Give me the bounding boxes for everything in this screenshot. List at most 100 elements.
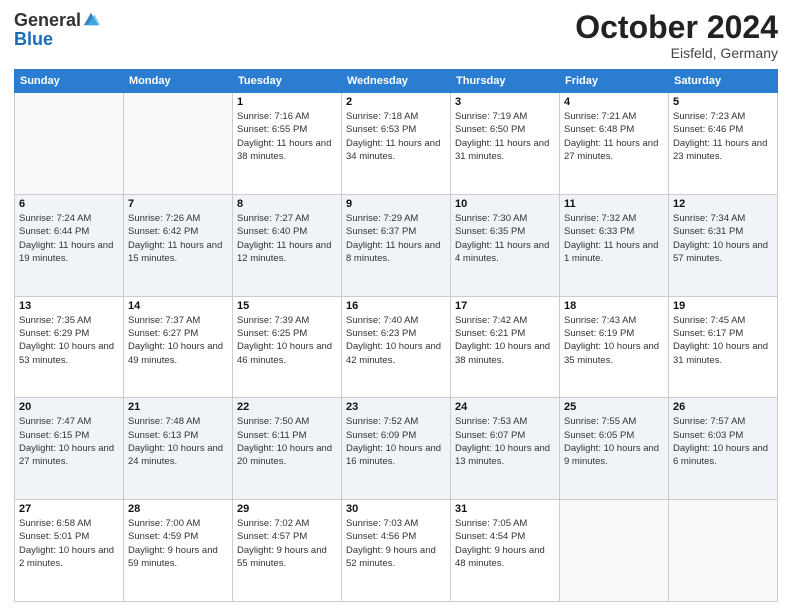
logo: General Blue: [14, 10, 100, 48]
day-info: Sunrise: 7:26 AM Sunset: 6:42 PM Dayligh…: [128, 212, 228, 265]
table-row: 21 Sunrise: 7:48 AM Sunset: 6:13 PM Dayli…: [124, 398, 233, 500]
day-info: Sunrise: 7:52 AM Sunset: 6:09 PM Dayligh…: [346, 415, 446, 468]
col-monday: Monday: [124, 70, 233, 93]
day-number: 5: [673, 96, 773, 108]
day-info: Sunrise: 7:40 AM Sunset: 6:23 PM Dayligh…: [346, 314, 446, 367]
day-info: Sunrise: 7:05 AM Sunset: 4:54 PM Dayligh…: [455, 517, 555, 570]
table-row: 7 Sunrise: 7:26 AM Sunset: 6:42 PM Daylig…: [124, 194, 233, 296]
calendar-week-row: 6 Sunrise: 7:24 AM Sunset: 6:44 PM Daylig…: [15, 194, 778, 296]
day-number: 19: [673, 300, 773, 312]
table-row: 25Sunrise: 7:55 AM Sunset: 6:05 PM Dayli…: [560, 398, 669, 500]
day-number: 3: [455, 96, 555, 108]
day-number: 29: [237, 503, 337, 515]
table-row: 6 Sunrise: 7:24 AM Sunset: 6:44 PM Daylig…: [15, 194, 124, 296]
day-number: 26: [673, 401, 773, 413]
day-number: 18: [564, 300, 664, 312]
day-info: Sunrise: 7:32 AM Sunset: 6:33 PM Dayligh…: [564, 212, 664, 265]
col-saturday: Saturday: [669, 70, 778, 93]
day-number: 14: [128, 300, 228, 312]
table-row: 2 Sunrise: 7:18 AM Sunset: 6:53 PM Daylig…: [342, 93, 451, 195]
day-number: 7: [128, 198, 228, 210]
day-info: Sunrise: 7:57 AM Sunset: 6:03 PM Dayligh…: [673, 415, 773, 468]
day-number: 21: [128, 401, 228, 413]
col-wednesday: Wednesday: [342, 70, 451, 93]
day-info: Sunrise: 7:30 AM Sunset: 6:35 PM Dayligh…: [455, 212, 555, 265]
day-number: 15: [237, 300, 337, 312]
table-row: [669, 500, 778, 602]
day-number: 2: [346, 96, 446, 108]
day-info: Sunrise: 7:42 AM Sunset: 6:21 PM Dayligh…: [455, 314, 555, 367]
day-info: Sunrise: 7:03 AM Sunset: 4:56 PM Dayligh…: [346, 517, 446, 570]
table-row: 23 Sunrise: 7:52 AM Sunset: 6:09 PM Dayli…: [342, 398, 451, 500]
month-title: October 2024: [575, 10, 778, 45]
col-tuesday: Tuesday: [233, 70, 342, 93]
day-number: 28: [128, 503, 228, 515]
calendar-week-row: 20 Sunrise: 7:47 AM Sunset: 6:15 PM Dayli…: [15, 398, 778, 500]
day-number: 17: [455, 300, 555, 312]
day-info: Sunrise: 7:50 AM Sunset: 6:11 PM Dayligh…: [237, 415, 337, 468]
col-friday: Friday: [560, 70, 669, 93]
table-row: 31Sunrise: 7:05 AM Sunset: 4:54 PM Dayli…: [451, 500, 560, 602]
day-number: 10: [455, 198, 555, 210]
day-info: Sunrise: 7:34 AM Sunset: 6:31 PM Dayligh…: [673, 212, 773, 265]
day-number: 8: [237, 198, 337, 210]
table-row: 10 Sunrise: 7:30 AM Sunset: 6:35 PM Dayli…: [451, 194, 560, 296]
day-info: Sunrise: 7:18 AM Sunset: 6:53 PM Dayligh…: [346, 110, 446, 163]
table-row: 27 Sunrise: 6:58 AM Sunset: 5:01 PM Dayli…: [15, 500, 124, 602]
table-row: 22 Sunrise: 7:50 AM Sunset: 6:11 PM Dayli…: [233, 398, 342, 500]
table-row: 15 Sunrise: 7:39 AM Sunset: 6:25 PM Dayli…: [233, 296, 342, 398]
day-number: 11: [564, 198, 664, 210]
table-row: 30 Sunrise: 7:03 AM Sunset: 4:56 PM Dayli…: [342, 500, 451, 602]
table-row: 18 Sunrise: 7:43 AM Sunset: 6:19 PM Dayli…: [560, 296, 669, 398]
day-number: 27: [19, 503, 119, 515]
day-number: 25: [564, 401, 664, 413]
day-info: Sunrise: 7:47 AM Sunset: 6:15 PM Dayligh…: [19, 415, 119, 468]
day-number: 16: [346, 300, 446, 312]
table-row: 12Sunrise: 7:34 AM Sunset: 6:31 PM Dayli…: [669, 194, 778, 296]
day-info: Sunrise: 7:02 AM Sunset: 4:57 PM Dayligh…: [237, 517, 337, 570]
table-row: 11 Sunrise: 7:32 AM Sunset: 6:33 PM Dayli…: [560, 194, 669, 296]
table-row: 4 Sunrise: 7:21 AM Sunset: 6:48 PM Daylig…: [560, 93, 669, 195]
logo-icon: [82, 10, 100, 28]
title-block: October 2024 Eisfeld, Germany: [575, 10, 778, 61]
col-thursday: Thursday: [451, 70, 560, 93]
day-info: Sunrise: 7:21 AM Sunset: 6:48 PM Dayligh…: [564, 110, 664, 163]
table-row: 1 Sunrise: 7:16 AM Sunset: 6:55 PM Daylig…: [233, 93, 342, 195]
day-number: 4: [564, 96, 664, 108]
table-row: 9Sunrise: 7:29 AM Sunset: 6:37 PM Daylig…: [342, 194, 451, 296]
table-row: [560, 500, 669, 602]
day-number: 13: [19, 300, 119, 312]
location-title: Eisfeld, Germany: [575, 45, 778, 61]
day-info: Sunrise: 6:58 AM Sunset: 5:01 PM Dayligh…: [19, 517, 119, 570]
table-row: [124, 93, 233, 195]
table-row: 14 Sunrise: 7:37 AM Sunset: 6:27 PM Dayli…: [124, 296, 233, 398]
day-number: 1: [237, 96, 337, 108]
day-number: 20: [19, 401, 119, 413]
day-number: 9: [346, 198, 446, 210]
day-info: Sunrise: 7:43 AM Sunset: 6:19 PM Dayligh…: [564, 314, 664, 367]
table-row: 29 Sunrise: 7:02 AM Sunset: 4:57 PM Dayli…: [233, 500, 342, 602]
day-number: 22: [237, 401, 337, 413]
day-info: Sunrise: 7:23 AM Sunset: 6:46 PM Dayligh…: [673, 110, 773, 163]
page: General Blue October 2024 Eisfeld, Germa…: [0, 0, 792, 612]
header: General Blue October 2024 Eisfeld, Germa…: [14, 10, 778, 61]
table-row: 16 Sunrise: 7:40 AM Sunset: 6:23 PM Dayli…: [342, 296, 451, 398]
day-info: Sunrise: 7:19 AM Sunset: 6:50 PM Dayligh…: [455, 110, 555, 163]
table-row: 28Sunrise: 7:00 AM Sunset: 4:59 PM Dayli…: [124, 500, 233, 602]
day-number: 6: [19, 198, 119, 210]
day-number: 30: [346, 503, 446, 515]
day-info: Sunrise: 7:37 AM Sunset: 6:27 PM Dayligh…: [128, 314, 228, 367]
table-row: 17 Sunrise: 7:42 AM Sunset: 6:21 PM Dayli…: [451, 296, 560, 398]
day-info: Sunrise: 7:24 AM Sunset: 6:44 PM Dayligh…: [19, 212, 119, 265]
day-info: Sunrise: 7:39 AM Sunset: 6:25 PM Dayligh…: [237, 314, 337, 367]
table-row: 5 Sunrise: 7:23 AM Sunset: 6:46 PM Daylig…: [669, 93, 778, 195]
table-row: [15, 93, 124, 195]
table-row: 20 Sunrise: 7:47 AM Sunset: 6:15 PM Dayli…: [15, 398, 124, 500]
table-row: 26 Sunrise: 7:57 AM Sunset: 6:03 PM Dayli…: [669, 398, 778, 500]
logo-blue: Blue: [14, 30, 53, 48]
day-info: Sunrise: 7:16 AM Sunset: 6:55 PM Dayligh…: [237, 110, 337, 163]
day-number: 23: [346, 401, 446, 413]
day-number: 24: [455, 401, 555, 413]
day-info: Sunrise: 7:48 AM Sunset: 6:13 PM Dayligh…: [128, 415, 228, 468]
table-row: 8Sunrise: 7:27 AM Sunset: 6:40 PM Daylig…: [233, 194, 342, 296]
